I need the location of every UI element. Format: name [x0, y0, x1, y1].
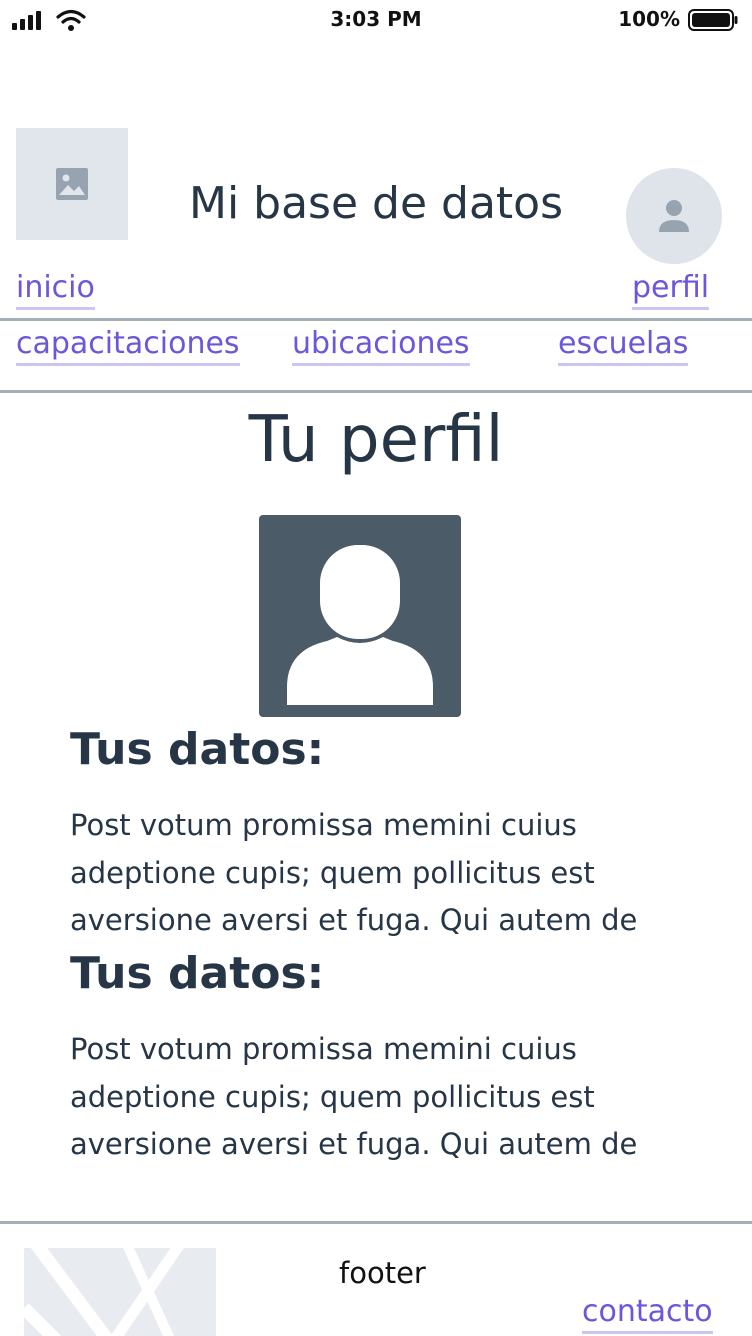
footer-divider	[0, 1221, 752, 1224]
body-line: aversione aversi et fuga. Qui autem de	[70, 1127, 638, 1161]
status-bar: 3:03 PM 100%	[0, 0, 752, 40]
section-heading: Tus datos:	[70, 724, 325, 775]
nav-divider-bottom	[0, 390, 752, 393]
nav-link-inicio[interactable]: inicio	[16, 270, 95, 310]
app-title: Mi base de datos	[188, 178, 564, 229]
user-icon	[659, 200, 689, 232]
body-line: adeptione cupis; quem pollicitus est	[70, 1079, 595, 1114]
logo-image-placeholder	[16, 128, 128, 240]
nav-divider-top	[0, 318, 752, 321]
image-placeholder-icon	[56, 168, 88, 200]
map-placeholder	[24, 1248, 216, 1336]
profile-avatar[interactable]	[626, 168, 722, 264]
person-silhouette-icon	[287, 545, 433, 705]
body-line: Post votum promissa memini cuius	[70, 808, 577, 842]
profile-photo	[259, 515, 461, 717]
footer-text: footer	[339, 1256, 426, 1290]
body-line: adeptione cupis; quem pollicitus est	[70, 855, 595, 890]
nav-link-capacitaciones[interactable]: capacitaciones	[16, 326, 240, 366]
battery-percentage: 100%	[618, 7, 680, 31]
section-body: Post votum promissa memini cuius adeptio…	[70, 1026, 670, 1169]
section-heading: Tus datos:	[70, 948, 325, 999]
nav-link-perfil[interactable]: perfil	[632, 270, 710, 310]
nav-link-ubicaciones[interactable]: ubicaciones	[292, 326, 470, 366]
battery-icon	[688, 9, 738, 31]
body-line: aversione aversi et fuga. Qui autem de	[70, 903, 638, 937]
page-title: Tu perfil	[248, 403, 504, 477]
nav-link-escuelas[interactable]: escuelas	[558, 326, 689, 366]
map-placeholder-icon	[24, 1248, 216, 1336]
footer-link-contacto[interactable]: contacto	[582, 1294, 713, 1334]
body-line: Post votum promissa memini cuius	[70, 1032, 577, 1066]
section-body: Post votum promissa memini cuius adeptio…	[70, 802, 670, 945]
